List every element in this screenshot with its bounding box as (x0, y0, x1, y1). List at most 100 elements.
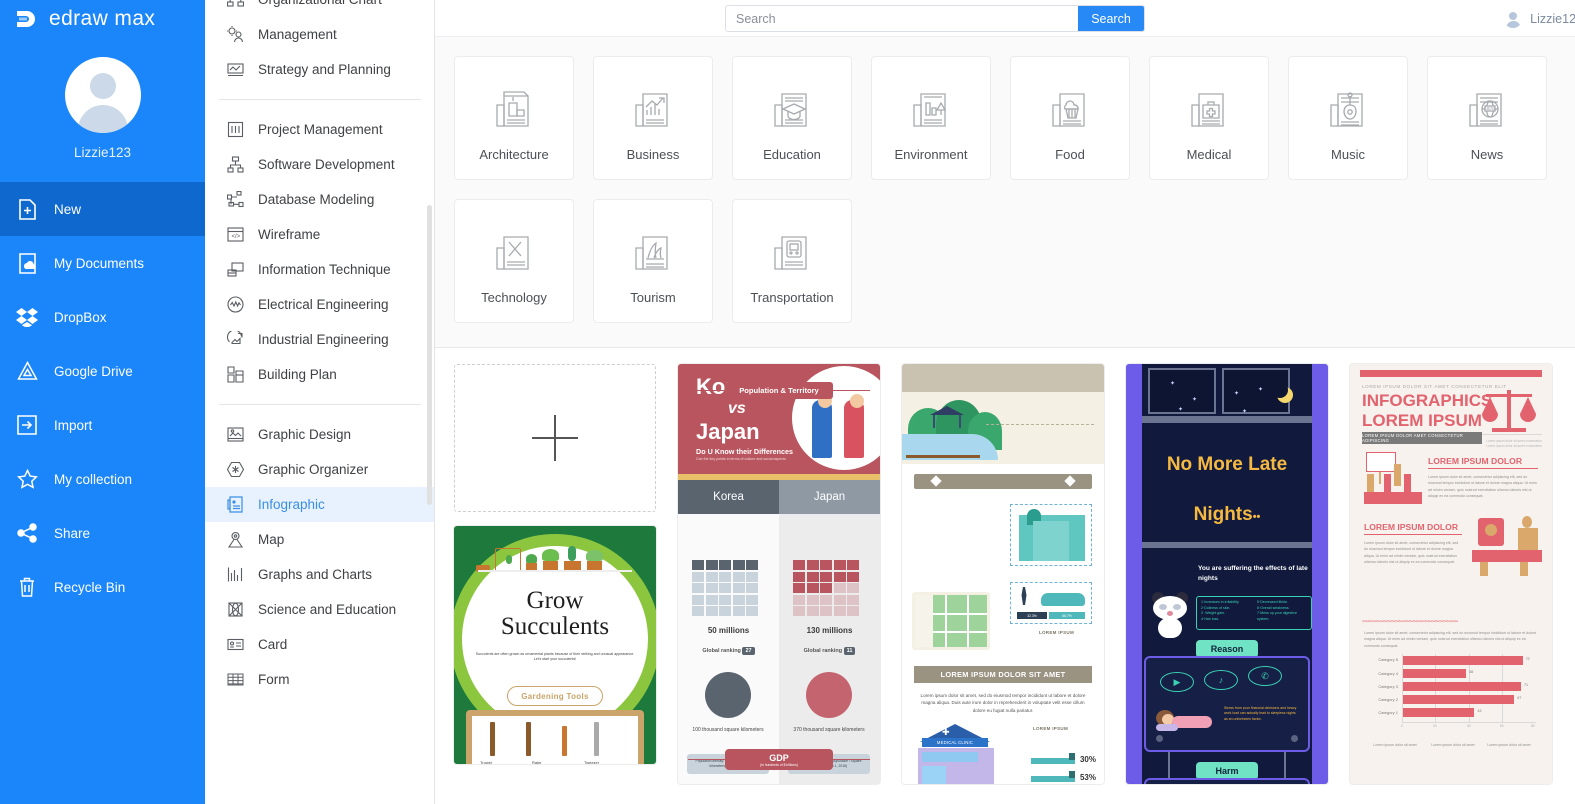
kj-left-rank-value: 27 (742, 647, 755, 655)
education-doc-icon (765, 83, 819, 137)
succulents-title-line2: Succulents (500, 613, 610, 641)
category-item-project-management[interactable]: Project Management (205, 112, 434, 147)
category-item-graphs-and-charts[interactable]: Graphs and Charts (205, 557, 434, 592)
science-education-icon (225, 600, 245, 620)
ig-body-3: Lorem ipsum dolor sit amet, consectetur … (1364, 631, 1537, 648)
category-tile-medical[interactable]: Medical (1149, 56, 1269, 180)
sidebar-item-my-documents[interactable]: My Documents (0, 236, 205, 290)
category-item-wireframe[interactable]: </> Wireframe (205, 217, 434, 252)
category-tile-environment[interactable]: Environment (871, 56, 991, 180)
account-avatar-icon (1504, 10, 1522, 28)
category-item-map[interactable]: Map (205, 522, 434, 557)
industrial-engineering-icon (225, 330, 245, 350)
category-tile-architecture[interactable]: Architecture (454, 56, 574, 180)
category-panel-scrollbar[interactable] (427, 205, 432, 505)
search-input[interactable] (726, 6, 1078, 31)
category-item-management[interactable]: Management (205, 17, 434, 52)
category-item-strategy-and-planning[interactable]: Strategy and Planning (205, 52, 434, 87)
template-thumbnail-no-more-late-nights[interactable]: ✦ ✦ ✦ ✦ ✦ ✦ No More Late Nights•• You ar… (1126, 364, 1328, 784)
panda-illustration (1150, 592, 1190, 638)
category-tile-music[interactable]: Music (1288, 56, 1408, 180)
category-list: Organizational Chart Management Strategy… (205, 0, 434, 697)
trash-icon (16, 576, 38, 598)
sidebar-item-recycle-bin[interactable]: Recycle Bin (0, 560, 205, 614)
template-thumbnail-city-medical[interactable]: 32.3% 66.7% LOREM IPSUM LOREM IPSUM DOLO… (902, 364, 1104, 784)
template-thumbnail-infographics-lorem-ipsum[interactable]: LOREM IPSUM DOLOR SIT AMET CONSECTETUR E… (1350, 364, 1552, 784)
bar-label: Category 4 (1378, 671, 1398, 676)
category-item-label: Project Management (258, 122, 383, 137)
category-tile-label: News (1470, 147, 1504, 162)
app-logo[interactable]: edraw max (0, 0, 205, 37)
category-item-electrical-engineering[interactable]: Electrical Engineering (205, 287, 434, 322)
svg-text:</>: </> (231, 234, 240, 240)
category-item-building-plan[interactable]: Building Plan (205, 357, 434, 392)
new-blank-template-button[interactable] (454, 364, 656, 512)
city-walk-value: 32.3% (1017, 612, 1047, 619)
search-button[interactable]: Search (1078, 6, 1144, 31)
x-tick: 60 (1500, 724, 1504, 728)
category-tile-business[interactable]: Business (593, 56, 713, 180)
kj-right-population: 130 millions (806, 626, 853, 635)
x-tick: 80 (1531, 724, 1535, 728)
template-thumbnail-korea-vs-japan[interactable]: Korea vs Japan Do U Know their Differenc… (678, 364, 880, 784)
city-caption-2: LOREM IPSUM (1032, 726, 1068, 731)
category-item-industrial-engineering[interactable]: Industrial Engineering (205, 322, 434, 357)
category-item-science-and-education[interactable]: Science and Education (205, 592, 434, 627)
sidebar-item-label: Google Drive (54, 363, 133, 379)
x-tick: 40 (1467, 724, 1471, 728)
kj-subtagline: Can the key points in terms of culture a… (696, 457, 786, 461)
category-item-label: Building Plan (258, 367, 337, 382)
kj-japan-map-icon (806, 672, 852, 718)
category-tile-technology[interactable]: Technology (454, 199, 574, 323)
bar-label: Category 1 (1378, 710, 1398, 715)
category-item-label: Science and Education (258, 602, 397, 617)
dropbox-icon (16, 306, 38, 328)
plus-icon (532, 415, 578, 461)
architecture-doc-icon (487, 83, 541, 137)
sidebar-item-dropbox[interactable]: DropBox (0, 290, 205, 344)
account-name: Lizzie123 (1530, 11, 1575, 26)
category-item-software-development[interactable]: Software Development (205, 147, 434, 182)
account-chip[interactable]: Lizzie123 (1504, 0, 1575, 37)
avatar[interactable] (64, 57, 141, 133)
category-tiles-area: Architecture Business Education Environm… (435, 37, 1575, 348)
category-item-card[interactable]: Card (205, 627, 434, 662)
sidebar-item-my-collection[interactable]: My collection (0, 452, 205, 506)
category-tile-label: Technology (481, 290, 547, 305)
search-bar: Search (725, 5, 1145, 32)
category-tile-tourism[interactable]: Tourism (593, 199, 713, 323)
late-nights-lead: You are suffering the effects of late ni… (1198, 565, 1308, 582)
app-window: edraw max Lizzie123 New My Documents Dro… (0, 0, 1575, 804)
sidebar-item-google-drive[interactable]: Google Drive (0, 344, 205, 398)
korea-japan-artwork: Korea vs Japan Do U Know their Differenc… (678, 364, 880, 784)
category-tile-transportation[interactable]: Transportation (732, 199, 852, 323)
divider (219, 404, 421, 405)
ig-section-1: LOREM IPSUM DOLOR (1428, 456, 1523, 466)
category-item-graphic-organizer[interactable]: Graphic Organizer (205, 452, 434, 487)
food-doc-icon (1043, 83, 1097, 137)
category-tile-education[interactable]: Education (732, 56, 852, 180)
category-tile-news[interactable]: NEW News (1427, 56, 1547, 180)
late-nights-reason-text: Stress from poor financial decisions and… (1224, 706, 1297, 721)
bar-label: Category 5 (1378, 657, 1398, 662)
sidebar-item-new[interactable]: New (0, 182, 205, 236)
sidebar-item-import[interactable]: Import (0, 398, 205, 452)
late-nights-harm-card (1144, 778, 1310, 784)
category-item-database-modeling[interactable]: Database Modeling (205, 182, 434, 217)
ig-meeting-illustration (1364, 452, 1422, 508)
template-thumbnail-grow-succulents[interactable]: Grow Succulents Succulents are often gro… (454, 526, 656, 764)
category-item-organizational-chart[interactable]: Organizational Chart (205, 0, 434, 17)
ig-bar-chart: Category 5 Category 4 Category 3 Categor… (1368, 654, 1536, 736)
category-item-form[interactable]: Form (205, 662, 434, 697)
category-item-infographic[interactable]: Infographic (205, 487, 434, 522)
top-bar: Search Lizzie123 (435, 0, 1575, 37)
category-item-graphic-design[interactable]: Graphic Design (205, 417, 434, 452)
star-icon (16, 468, 38, 490)
category-item-label: Wireframe (258, 227, 321, 242)
google-drive-icon (16, 360, 38, 382)
category-tile-food[interactable]: Food (1010, 56, 1130, 180)
sidebar-item-label: My collection (54, 471, 133, 487)
infographics-lorem-artwork: LOREM IPSUM DOLOR SIT AMET CONSECTETUR E… (1350, 364, 1552, 784)
category-item-information-technique[interactable]: Information Technique (205, 252, 434, 287)
sidebar-item-share[interactable]: Share (0, 506, 205, 560)
